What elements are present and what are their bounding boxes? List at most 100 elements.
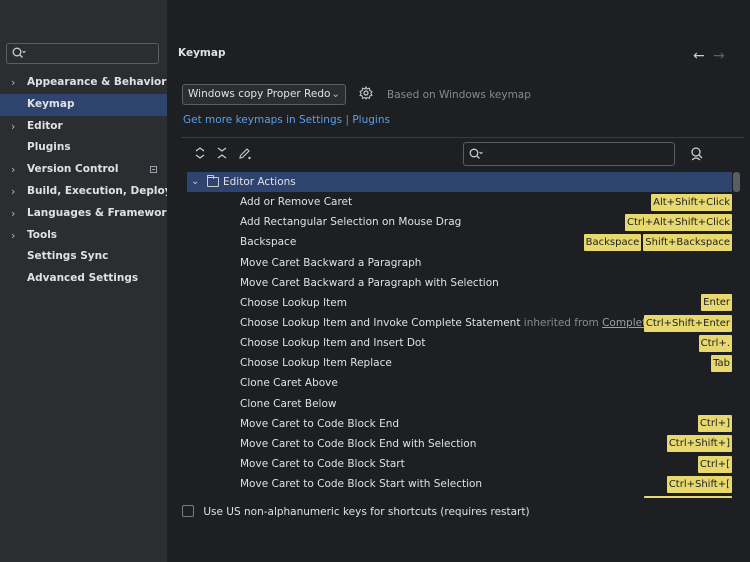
action-name: Backspace [240, 236, 297, 249]
action-label: Move Caret to Code Block Start [240, 454, 405, 474]
action-label: Choose Lookup Item and Insert Dot [240, 333, 425, 353]
action-label: Add Rectangular Selection on Mouse Drag [240, 212, 461, 232]
plugins-link[interactable]: Plugins [352, 114, 390, 126]
keymap-action-row[interactable]: Move Caret to Code Block End with Select… [187, 434, 732, 454]
shortcut-list: Enter [701, 293, 732, 313]
shortcut-badge: Ctrl+Shift+Enter [643, 495, 732, 498]
project-level-icon [150, 166, 157, 174]
keymap-action-row[interactable]: Clone Caret Below [187, 394, 732, 414]
sidebar-item-label: Build, Execution, Deployment [27, 184, 167, 197]
tree-group-label: Editor Actions [223, 176, 296, 188]
shortcut-badge: Ctrl+] [697, 415, 732, 433]
action-label: Move Caret Backward a Paragraph [240, 253, 421, 273]
keymap-action-row[interactable]: Add or Remove Caret Alt+Shift+Click [187, 192, 732, 212]
arrow-right-icon[interactable]: → [713, 48, 725, 64]
chevron-right-icon[interactable]: › [11, 225, 15, 247]
action-name: Choose Lookup Item [240, 296, 347, 309]
divider [181, 137, 744, 138]
edit-shortcut-icon[interactable] [238, 147, 252, 163]
shortcut-list: Backspace Shift+Backspace [583, 232, 732, 252]
gear-icon[interactable] [359, 85, 373, 103]
action-label: Move Caret to Code Block Start with Sele… [240, 474, 482, 494]
shortcut-badge: Ctrl+[ [697, 455, 732, 473]
get-more-keymaps-link[interactable]: Get more keymaps in Settings [183, 114, 342, 126]
sidebar-item-plugins[interactable]: Plugins [0, 137, 167, 159]
folder-icon [207, 175, 219, 187]
action-label: Clone Caret Above [240, 373, 338, 393]
action-label: Move Caret Backward a Paragraph with Sel… [240, 273, 499, 293]
sidebar-item-editor[interactable]: › Editor [0, 116, 167, 138]
shortcut-list: Ctrl+Shift+Enter [643, 494, 732, 498]
action-name: Clone Caret Above [240, 377, 338, 390]
keymap-action-row[interactable]: Ctrl+Shift+Enter [187, 494, 732, 498]
keymap-action-row[interactable]: Move Caret to Code Block End Ctrl+] [187, 414, 732, 434]
chevron-right-icon[interactable]: › [11, 72, 15, 94]
sidebar-item-build-execution-deployment[interactable]: › Build, Execution, Deployment [0, 181, 167, 203]
keymap-dropdown[interactable]: Windows copy Proper Redo ⌄ [182, 84, 346, 105]
keymap-action-row[interactable]: Choose Lookup Item and Insert Dot Ctrl+. [187, 333, 732, 353]
action-label: Backspace [240, 232, 296, 252]
keymap-dropdown-value: Windows copy Proper Redo [188, 88, 331, 100]
shortcut-badge: Ctrl+Alt+Shift+Click [624, 213, 732, 231]
shortcut-list: Ctrl+Shift+Enter [643, 313, 732, 333]
shortcut-badge: Backspace [583, 233, 642, 251]
sidebar-item-tools[interactable]: › Tools [0, 225, 167, 247]
get-more-keymaps: Get more keymaps in Settings | Plugins [183, 114, 390, 126]
chevron-down-icon[interactable]: ⌄ [191, 172, 199, 192]
shortcut-badge: Ctrl+Shift+[ [666, 475, 732, 493]
expand-all-icon[interactable] [195, 147, 205, 162]
keymap-action-row[interactable]: Move Caret Backward a Paragraph with Sel… [187, 273, 732, 293]
action-label: Add or Remove Caret [240, 192, 352, 212]
sidebar-item-version-control[interactable]: › Version Control [0, 159, 167, 181]
shortcut-badge: Tab [711, 354, 732, 372]
settings-sidebar: › Appearance & Behavior Keymap › Editor Plugi… [0, 0, 167, 562]
search-icon [469, 148, 483, 164]
sidebar-item-label: Plugins [27, 141, 71, 154]
keymap-action-row[interactable]: Move Caret to Code Block Start with Sele… [187, 474, 732, 494]
tree-group-editor-actions[interactable]: ⌄ Editor Actions [187, 172, 732, 193]
arrow-left-icon[interactable]: ← [693, 48, 705, 64]
settings-search-input[interactable] [6, 43, 159, 64]
action-name: Choose Lookup Item and Insert Dot [240, 337, 426, 350]
shortcut-badge: Shift+Backspace [643, 233, 732, 251]
keymap-action-row[interactable]: Choose Lookup Item Enter [187, 293, 732, 313]
shortcut-list: Tab [711, 353, 732, 373]
chevron-right-icon[interactable]: › [11, 181, 15, 203]
sidebar-item-keymap[interactable]: Keymap [0, 93, 167, 116]
shortcut-list: Ctrl+Shift+] [666, 434, 732, 454]
collapse-all-icon[interactable] [217, 147, 227, 162]
action-name: Move Caret Backward a Paragraph with Sel… [240, 276, 499, 289]
action-label: Clone Caret Below [240, 394, 336, 414]
shortcut-list: Alt+Shift+Click [651, 192, 732, 212]
keymap-action-row[interactable]: Move Caret to Code Block Start Ctrl+[ [187, 454, 732, 474]
chevron-right-icon[interactable]: › [11, 203, 15, 225]
sidebar-item-label: Languages & Frameworks [27, 206, 167, 219]
keymap-action-row[interactable]: Choose Lookup Item and Invoke Complete S… [187, 313, 732, 333]
keymap-actions-tree: ⌄ Editor Actions Add or Remove Caret Alt+… [187, 172, 732, 498]
keymap-action-row[interactable]: Clone Caret Above [187, 373, 732, 393]
shortcut-badge: Enter [701, 294, 732, 312]
sidebar-item-settings-sync[interactable]: Settings Sync [0, 246, 167, 268]
sidebar-item-advanced-settings[interactable]: Advanced Settings [0, 268, 167, 290]
keymap-action-row[interactable]: Add Rectangular Selection on Mouse Drag C… [187, 212, 732, 232]
chevron-right-icon[interactable]: › [11, 116, 15, 138]
action-label: Move Caret to Code Block End with Select… [240, 434, 476, 454]
chevron-down-icon: ⌄ [331, 88, 340, 100]
shortcut-badge: Alt+Shift+Click [651, 193, 732, 211]
sidebar-item-appearance-behavior[interactable]: › Appearance & Behavior [0, 72, 167, 94]
action-label: Choose Lookup Item [240, 293, 347, 313]
keymap-action-row[interactable]: Backspace Backspace Shift+Backspace [187, 232, 732, 252]
chevron-right-icon[interactable]: › [11, 159, 15, 181]
page-title: Keymap [178, 47, 226, 59]
find-by-shortcut-icon[interactable] [689, 146, 705, 165]
keymap-action-row[interactable]: Choose Lookup Item Replace Tab [187, 353, 732, 373]
settings-tree: › Appearance & Behavior Keymap › Editor Plugi… [0, 72, 167, 290]
us-keys-option[interactable]: Use US non-alphanumeric keys for shortcu… [182, 505, 530, 518]
us-keys-checkbox[interactable] [182, 505, 194, 517]
tree-scrollbar[interactable] [733, 172, 740, 192]
keymap-action-row[interactable]: Move Caret Backward a Paragraph [187, 253, 732, 273]
action-name: Move Caret to Code Block Start [240, 457, 405, 470]
action-name: Move Caret to Code Block Start with Sele… [240, 478, 483, 491]
sidebar-item-languages-frameworks[interactable]: › Languages & Frameworks [0, 203, 167, 225]
action-search-input[interactable] [463, 142, 675, 166]
